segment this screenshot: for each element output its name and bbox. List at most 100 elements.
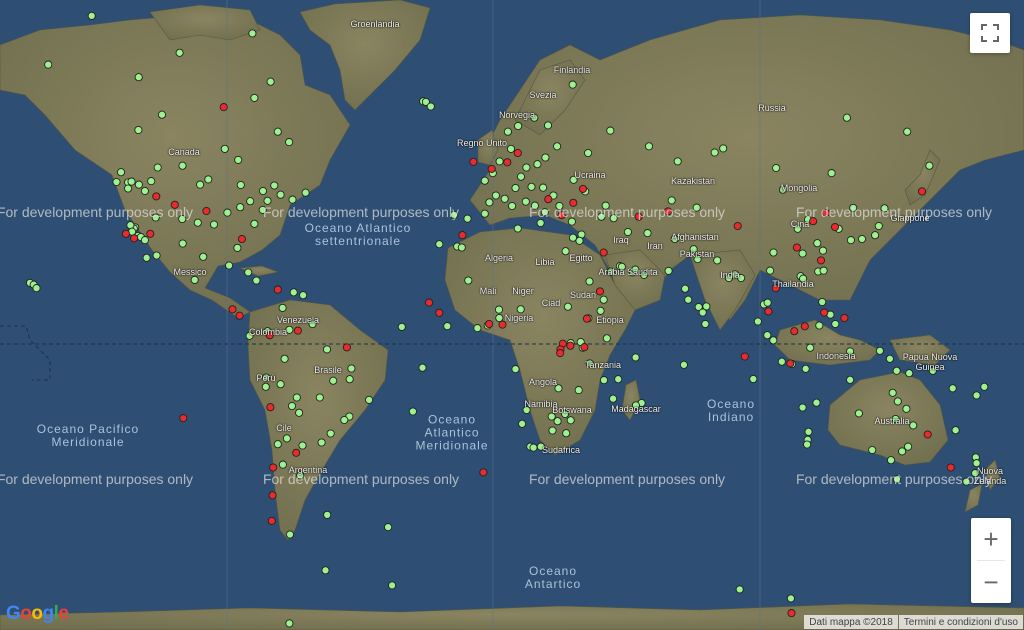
green-marker[interactable] (769, 248, 778, 257)
green-marker[interactable] (511, 365, 520, 374)
green-marker[interactable] (827, 169, 836, 178)
green-marker[interactable] (508, 201, 517, 211)
red-marker[interactable] (267, 516, 276, 525)
green-marker[interactable] (631, 353, 640, 362)
world-map[interactable]: Groenlandia Canada Messico Venezuela Col… (0, 0, 1024, 630)
green-marker[interactable] (457, 243, 466, 252)
green-marker[interactable] (539, 183, 548, 192)
red-marker[interactable] (800, 322, 809, 331)
green-marker[interactable] (766, 266, 775, 275)
green-marker[interactable] (495, 157, 504, 166)
green-marker[interactable] (514, 121, 523, 131)
green-marker[interactable] (244, 268, 253, 277)
green-marker[interactable] (854, 409, 863, 418)
green-marker[interactable] (175, 48, 184, 57)
fullscreen-button[interactable] (970, 13, 1010, 53)
green-marker[interactable] (506, 144, 516, 153)
green-marker[interactable] (909, 421, 918, 430)
green-marker[interactable] (234, 155, 243, 164)
green-marker[interactable] (596, 306, 605, 315)
green-marker[interactable] (518, 419, 527, 428)
green-marker[interactable] (140, 236, 149, 245)
green-marker[interactable] (536, 218, 545, 228)
green-marker[interactable] (644, 142, 654, 151)
green-marker[interactable] (574, 386, 583, 395)
green-marker[interactable] (798, 249, 807, 258)
green-marker[interactable] (561, 247, 570, 256)
green-marker[interactable] (804, 427, 813, 436)
green-marker[interactable] (317, 438, 326, 447)
red-marker[interactable] (130, 234, 139, 243)
green-marker[interactable] (710, 148, 719, 157)
green-marker[interactable] (553, 142, 562, 151)
red-marker[interactable] (146, 229, 155, 238)
green-marker[interactable] (236, 203, 245, 212)
red-marker[interactable] (733, 221, 742, 231)
green-marker[interactable] (888, 388, 897, 397)
green-marker[interactable] (289, 288, 298, 297)
green-marker[interactable] (326, 429, 335, 438)
green-marker[interactable] (948, 384, 957, 393)
green-marker[interactable] (209, 220, 219, 229)
green-marker[interactable] (673, 157, 682, 166)
green-marker[interactable] (875, 346, 884, 355)
green-marker[interactable] (871, 231, 880, 240)
red-marker[interactable] (917, 187, 927, 196)
red-marker[interactable] (544, 195, 553, 204)
red-marker[interactable] (503, 158, 512, 167)
green-marker[interactable] (266, 77, 275, 86)
green-marker[interactable] (902, 404, 911, 413)
red-marker[interactable] (268, 491, 277, 500)
map-data-attribution[interactable]: Dati mappa ©2018 (804, 615, 898, 629)
red-marker[interactable] (273, 285, 282, 294)
green-marker[interactable] (485, 198, 494, 207)
red-marker[interactable] (479, 468, 488, 477)
red-marker[interactable] (580, 343, 589, 352)
green-marker[interactable] (606, 126, 615, 135)
green-marker[interactable] (152, 251, 161, 260)
green-marker[interactable] (831, 319, 840, 329)
green-marker[interactable] (786, 594, 795, 603)
red-marker[interactable] (740, 352, 749, 361)
green-marker[interactable] (258, 186, 268, 196)
green-marker[interactable] (562, 429, 571, 438)
green-marker[interactable] (315, 393, 324, 402)
red-marker[interactable] (556, 349, 565, 358)
green-marker[interactable] (777, 357, 786, 366)
green-marker[interactable] (769, 336, 778, 345)
green-marker[interactable] (903, 127, 912, 136)
green-marker[interactable] (273, 127, 282, 136)
green-marker[interactable] (846, 375, 855, 384)
green-marker[interactable] (522, 163, 531, 172)
green-marker[interactable] (819, 266, 828, 275)
green-marker[interactable] (147, 177, 156, 186)
green-marker[interactable] (491, 191, 500, 200)
red-marker[interactable] (792, 243, 801, 252)
green-marker[interactable] (857, 234, 867, 244)
green-marker[interactable] (749, 374, 758, 384)
red-marker[interactable] (228, 305, 237, 314)
google-logo[interactable]: Google (6, 603, 69, 625)
green-marker[interactable] (140, 186, 149, 196)
green-marker[interactable] (287, 401, 297, 411)
green-marker[interactable] (568, 80, 577, 89)
green-marker[interactable] (285, 619, 294, 628)
green-marker[interactable] (365, 395, 374, 404)
red-marker[interactable] (582, 314, 591, 323)
red-marker[interactable] (469, 157, 478, 166)
green-marker[interactable] (153, 163, 162, 172)
green-marker[interactable] (157, 110, 167, 119)
red-marker[interactable] (566, 341, 575, 350)
green-marker[interactable] (278, 460, 287, 469)
green-marker[interactable] (681, 284, 690, 293)
green-marker[interactable] (698, 308, 707, 317)
green-marker[interactable] (494, 305, 504, 314)
green-marker[interactable] (285, 138, 294, 147)
green-marker[interactable] (480, 176, 489, 185)
red-marker[interactable] (513, 148, 522, 158)
green-marker[interactable] (426, 102, 435, 111)
red-marker[interactable] (292, 448, 301, 457)
green-marker[interactable] (763, 298, 772, 307)
green-marker[interactable] (495, 313, 504, 323)
green-marker[interactable] (246, 197, 255, 206)
